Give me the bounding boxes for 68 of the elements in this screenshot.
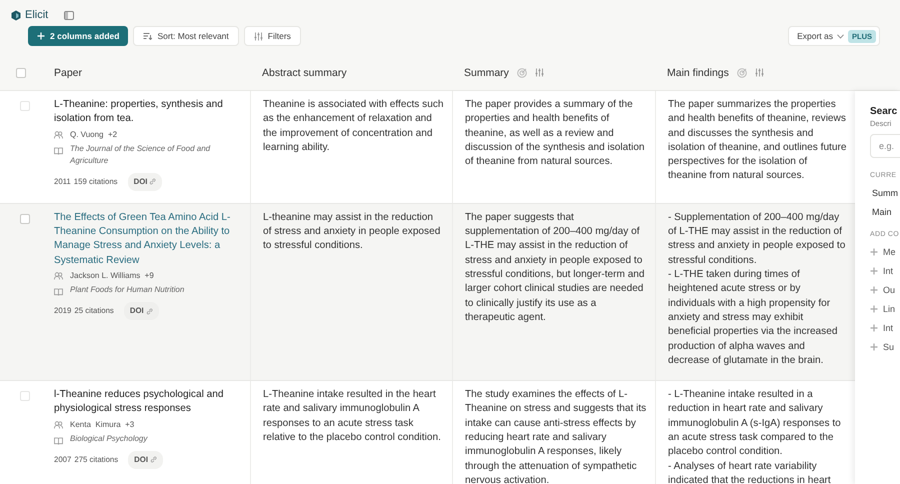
add-column-item[interactable]: Lin (870, 304, 900, 314)
sliders-icon (534, 68, 544, 77)
row-checkbox[interactable] (20, 101, 30, 111)
sort-icon (143, 32, 152, 40)
column-search-field[interactable]: e.g. (870, 134, 900, 158)
paper-row[interactable] (0, 91, 855, 204)
target-icon (736, 68, 747, 78)
paper-title[interactable]: l-Theanine reduces psychological and physiological stress responses (54, 388, 240, 417)
plus-icon (870, 305, 878, 313)
main-findings-text: The paper summarizes the properties and health benefits of theanine, reviews and discusses the synthesis and isolation of theanine, and outlines future perspectives for the isolation of theanine from natural sources. (668, 99, 846, 182)
hexagon-logo-icon (11, 10, 21, 20)
plus-icon (870, 324, 878, 332)
book-icon (54, 146, 63, 155)
filter-icon (254, 32, 263, 40)
panel-title: Searc (870, 106, 898, 117)
plus-icon (37, 32, 45, 40)
row-checkbox[interactable] (20, 391, 30, 402)
paper-row[interactable] (0, 381, 855, 484)
plus-icon (870, 343, 878, 351)
link-icon (146, 308, 153, 315)
chevron-down-icon (836, 34, 844, 38)
plus-icon (870, 267, 878, 275)
paper-authors: Q. Vuong +2 (70, 128, 118, 141)
sliders-icon (754, 68, 764, 77)
abstract-summary-text: Theanine is associated with effects such as the enhancement of relaxation and the improvement of concentration and learning ability. (263, 99, 444, 153)
plus-icon (870, 286, 878, 294)
summary-text: The paper suggests that supplementation of 200–400 mg/day of L-THE may assist in the reduction of stress and anxiety in people exposed to stressful conditions, but longer-term and larger cohort clinical studies are needed to clinically justify its use as a therapeutic agent. (465, 212, 645, 323)
people-icon (54, 420, 63, 429)
people-icon (54, 272, 63, 280)
row-checkbox[interactable] (20, 214, 30, 224)
paper-authors: Jackson L. Williams +9 (70, 270, 154, 282)
abstract-summary-text: L-theanine may assist in the reduction of stress and anxiety in people exposed to stressful conditions. (263, 212, 440, 252)
sidebar-toggle-icon (64, 10, 74, 20)
column-header: Summary (464, 66, 509, 78)
abstract-summary-text: L-Theanine intake resulted in the heart rate and salivary immunoglobulin A responses to an acute stress task relative to the placebo control condition. (263, 389, 441, 444)
main-findings-text: - Supplementation of 200–400 mg/day of L-THE may assist in the reduction of stress and anxiety in people exposed to stressful conditions. - L-THE taken during times of heightened acute stress or by individuals with a high propensity for anxiety and stress may exhibit beneficial properties via the increased production of alpha waves and decrease of glutamate in the brain. (668, 212, 846, 366)
column-header: Abstract summary (262, 66, 347, 78)
journal-name: The Journal of the Science of Food and Agriculture (70, 142, 212, 167)
paper-title[interactable]: L-Theanine: properties, synthesis and isolation from tea. (54, 98, 240, 127)
paper-row[interactable] (0, 204, 855, 382)
filters-button[interactable]: Filters (244, 26, 301, 46)
main-findings-text: - L-Theanine intake resulted in a reduction in heart rate and salivary immunoglobulin A (s-IgA) responses to an acute stress task compared to the placebo control condition. - Analyses of heart rate variability indicated that the reductions in heart (668, 389, 841, 484)
paper-authors: Kenta Kimura +3 (70, 418, 134, 431)
current-column-item[interactable]: Summ (870, 188, 900, 198)
paper-title[interactable]: The Effects of Green Tea Amino Acid L-Theanine Consumption on the Ability to Manage Stress and Anxiety Levels: a Systematic Review (54, 210, 240, 268)
people-icon (54, 130, 63, 139)
journal-name: Biological Psychology (70, 432, 148, 445)
link-icon (149, 178, 156, 186)
plus-icon (870, 248, 878, 256)
column-header: Paper (54, 66, 82, 78)
current-column-item[interactable]: Main (870, 207, 900, 217)
app-name: Elicit (25, 9, 48, 21)
target-icon (516, 68, 527, 78)
add-column-item[interactable]: Ou (870, 285, 900, 295)
summary-text: The paper provides a summary of the properties and health benefits of theanine, as well as a review and discussion of the synthesis and isolation of theanine from natural sources. (465, 99, 645, 168)
journal-name: Plant Foods for Human Nutrition (70, 284, 184, 296)
select-all-checkbox[interactable] (16, 68, 26, 78)
summary-text: The study examines the effects of L-Theanine on stress and suggests that its intake can cause anti-stress effects by reducing heart rate and salivary immunoglobulin A responses, likely through the attenuation of sympathetic nervous activation. (465, 389, 646, 484)
add-column-item[interactable]: Me (870, 247, 900, 257)
link-icon (150, 456, 158, 464)
columns-added-button[interactable]: 2 columns added (28, 26, 128, 46)
add-column-item[interactable]: Su (870, 342, 900, 352)
column-header: Main findings (667, 66, 729, 78)
add-column-item[interactable]: Int (870, 266, 900, 276)
sort-button[interactable]: Sort: Most relevant (133, 26, 239, 46)
book-icon (54, 288, 63, 296)
book-icon (54, 436, 63, 445)
add-column-item[interactable]: Int (870, 323, 900, 333)
